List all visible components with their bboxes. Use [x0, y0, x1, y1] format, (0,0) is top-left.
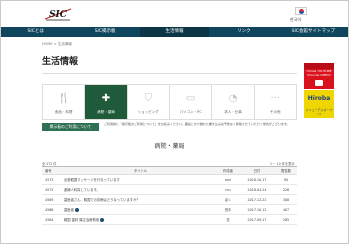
global-nav: SICとは SIC掲示板 生活情報 リンク SIC会館サイトマップ	[1, 27, 348, 37]
row-title-link[interactable]: 歯医者	[62, 205, 217, 214]
header-title: タイトル	[133, 169, 148, 173]
table-row[interactable]: 4573 出張韓国マッサージを行なっています ami 2018.10.17 90	[42, 175, 297, 185]
row-date: 2017.12.22	[247, 198, 267, 202]
hiroba-banner[interactable]: Hiroba リニューアルオープン!	[304, 90, 334, 118]
language-link[interactable]: 한국어	[290, 17, 301, 23]
table-row[interactable]: 4572 産婦人科探しています。 mu 2018.04.24 226	[42, 185, 297, 195]
hospital-icon: ✚	[101, 93, 111, 104]
youtube-channel-banner[interactable]: Hiroba YOUTUBE Channel OPEN!!	[304, 63, 334, 89]
new-badge-icon	[74, 208, 79, 212]
computer-icon: ▭	[185, 93, 196, 104]
row-num: 4566	[45, 208, 54, 212]
header-views: 閲覧数	[281, 169, 291, 173]
row-author: ami	[224, 178, 232, 182]
header-num: 番号	[45, 169, 52, 173]
board-guide-button[interactable]: 掲示板のご利用について	[42, 123, 99, 131]
category-hospital[interactable]: ✚ 病院・薬局	[85, 85, 128, 119]
site-header: SIC 한국어	[1, 1, 348, 29]
header-date: 日付	[253, 169, 261, 173]
shopping-icon: ⛉	[144, 93, 153, 104]
row-views: 90	[283, 178, 289, 182]
row-date: 2017.10.12	[247, 208, 267, 212]
row-date: 2017.09.17	[247, 218, 267, 222]
row-num: 4572	[45, 188, 54, 192]
row-date: 2018.10.17	[247, 178, 267, 182]
category-computer[interactable]: ▭ パソコン・PC	[169, 85, 213, 119]
row-views: 407	[282, 208, 290, 212]
nav-item-links[interactable]: リンク	[209, 27, 278, 37]
table-row[interactable]: 4569 歯医者さん、韓国での診療はどうなっていますか？ ぼく 2017.12.…	[42, 195, 297, 205]
title-divider	[42, 73, 297, 74]
category-label: パソコン・PC	[179, 110, 202, 114]
row-date: 2018.04.24	[247, 188, 267, 192]
row-title-text: 歯医者	[64, 208, 74, 212]
row-title-link[interactable]: 産婦人科探しています。	[62, 185, 217, 194]
row-title-link[interactable]: 韓国 歯科 矯正治療費用	[62, 215, 217, 224]
table-header: 番号 タイトル 作成者 日付 閲覧数	[42, 167, 297, 175]
category-shopping[interactable]: ⛉ ショッピング	[127, 85, 170, 119]
nav-item-life-info[interactable]: 生活情報	[139, 27, 210, 37]
nav-item-board[interactable]: SIC掲示板	[70, 27, 139, 37]
sic-logo[interactable]: SIC	[43, 6, 73, 22]
nav-item-about[interactable]: SICとは	[1, 27, 70, 37]
row-views: 226	[282, 188, 290, 192]
row-author: ぼく	[224, 198, 232, 202]
row-num: 4573	[45, 178, 54, 182]
breadcrumb: HOME > 生活情報	[42, 42, 72, 46]
row-author: 花	[226, 218, 230, 222]
banner-subtext: リニューアルオープン!	[305, 108, 333, 116]
row-title-text: 出張韓国マッサージを行なっています	[64, 178, 120, 182]
post-table: 番号 タイトル 作成者 日付 閲覧数 4573 出張韓国マッサージを行なっていま…	[42, 166, 297, 225]
youtube-play-icon	[315, 80, 323, 86]
board-guide-note: ご利用前に「掲示板のご利用について」をお読みください。趣旨とかけ離れた書き込みは…	[104, 122, 290, 126]
table-row[interactable]: 4566 歯医者 田中 2017.10.12 407	[42, 205, 297, 215]
row-num: 4564	[45, 218, 54, 222]
header-author: 作成者	[223, 169, 233, 173]
row-author: 田中	[224, 208, 232, 212]
table-row[interactable]: 4564 韓国 歯科 矯正治療費用 花 2017.09.17 285	[42, 215, 297, 225]
nav-item-sitemap[interactable]: SIC会館サイトマップ	[279, 27, 348, 37]
category-work[interactable]: ◔ 求人・仕事	[212, 85, 255, 119]
more-icon: ···	[270, 93, 281, 104]
row-num: 4569	[45, 198, 54, 202]
korea-flag-icon[interactable]	[295, 7, 307, 15]
new-badge-icon	[100, 218, 105, 222]
row-views: 308	[282, 198, 290, 202]
category-label: 病院・薬局	[97, 110, 115, 114]
logo-text: SIC	[49, 10, 68, 20]
section-title: 病院・薬局	[154, 143, 185, 150]
page-title: 生活情報	[42, 57, 79, 67]
category-other[interactable]: ··· その他	[254, 85, 296, 119]
category-label: 求人・仕事	[224, 110, 242, 114]
category-label: その他	[270, 110, 281, 114]
category-label: 食品・料理	[54, 110, 73, 114]
category-tabs: 🍴 食品・料理 ✚ 病院・薬局 ⛉ ショッピング ▭ パソコン・PC ◔ 求人・…	[42, 84, 297, 120]
work-icon: ◔	[228, 93, 238, 104]
row-title-link[interactable]: 歯医者さん、韓国での診療はどうなっていますか？	[62, 195, 217, 204]
row-title-text: 産婦人科探しています。	[64, 188, 100, 192]
food-icon: 🍴	[57, 93, 70, 104]
banner-text: Hiroba YOUTUBE Channel OPEN!!	[306, 69, 332, 77]
row-title-text: 韓国 歯科 矯正治療費用	[64, 218, 100, 222]
banner-name: Hiroba	[307, 95, 331, 102]
category-food[interactable]: 🍴 食品・料理	[43, 85, 86, 119]
row-views: 285	[282, 218, 290, 222]
row-title-text: 歯医者さん、韓国での診療はどうなっていますか？	[64, 198, 140, 202]
category-label: ショッピング	[137, 110, 159, 114]
row-author: mu	[225, 188, 231, 192]
row-title-link[interactable]: 出張韓国マッサージを行なっています	[62, 175, 217, 184]
